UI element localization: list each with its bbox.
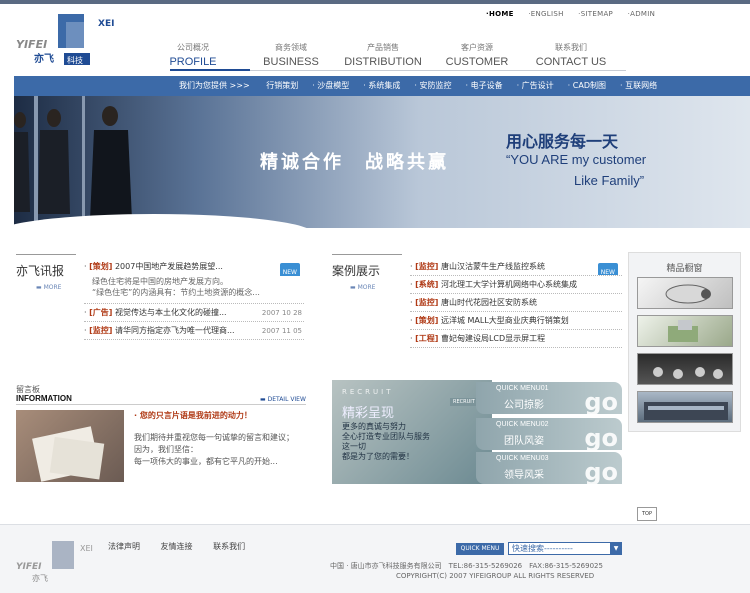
- news-desc-2: “绿色住宅”的内涵具有：节约土地资源的概念...: [92, 288, 260, 297]
- message-image: [16, 410, 124, 482]
- subnav-item[interactable]: 安防监控: [419, 81, 451, 90]
- svg-text:XEI: XEI: [80, 544, 93, 553]
- subnav-item[interactable]: 系统集成: [368, 81, 400, 90]
- logo[interactable]: YIFEI 亦飞 科技 XEI: [14, 12, 114, 68]
- banner-right-cn: 用心服务每一天: [506, 132, 619, 151]
- top-links: ·HOME ·ENGLISH ·SITEMAP ·ADMIN: [486, 10, 667, 18]
- showcase-image-camera[interactable]: [637, 277, 733, 309]
- list-item[interactable]: · [系统] 河北理工大学计算机网络中心系统集成: [410, 276, 622, 294]
- news-more-link[interactable]: ▬ MORE: [36, 284, 61, 291]
- link-english[interactable]: ·ENGLISH: [528, 10, 563, 18]
- message-divider: [16, 404, 306, 405]
- list-item[interactable]: · [监控] 唐山汉沽蒙牛生产线监控系统 NEW: [410, 258, 622, 276]
- subnav-item[interactable]: 电子设备: [471, 81, 503, 90]
- link-admin[interactable]: ·ADMIN: [628, 10, 656, 18]
- svg-text:科技: 科技: [67, 55, 83, 65]
- subnav-item[interactable]: 广告设计: [522, 81, 554, 90]
- quick-menu-3[interactable]: QUICK MENU03 领导风采 go: [476, 452, 622, 486]
- banner-slogan: 精诚合作 战略共赢: [260, 152, 449, 173]
- footer-address: 中国 · 唐山市亦飞科技服务有限公司 TEL:86-315-5269026 FA…: [330, 562, 603, 570]
- new-badge: NEW: [279, 263, 300, 276]
- banner-right-en1: “YOU ARE my customer: [506, 152, 647, 167]
- nav-distribution[interactable]: 产品销售 DISTRIBUTION: [338, 42, 428, 68]
- list-item[interactable]: · [监控] 请华同方指定亦飞为唯一代理商... 2007 11 05: [84, 322, 304, 340]
- cases-more-link[interactable]: ▬ MORE: [350, 284, 375, 291]
- logo-en: YIFEI: [16, 38, 47, 51]
- svg-text:亦飞: 亦飞: [34, 52, 54, 65]
- news-list: · [策划] 2007中国地产发展趋势展望... NEW 绿色住宅将是中国的房地…: [84, 258, 304, 340]
- quick-menu-2[interactable]: QUICK MENU02 团队风姿 go: [476, 418, 622, 452]
- cases-title: 案例展示: [332, 264, 381, 278]
- subnav-lead: 我们为您提供 >>>: [179, 81, 250, 90]
- footer-link-contact[interactable]: 联系我们: [213, 542, 245, 551]
- svg-text:YIFEI: YIFEI: [16, 562, 42, 572]
- message-headline: · 您的只言片语是我前进的动力！: [134, 411, 252, 420]
- showcase-image-model[interactable]: [637, 315, 733, 347]
- showcase-image-meeting[interactable]: [637, 353, 733, 385]
- recruit-button[interactable]: RECRUIT: [450, 398, 478, 406]
- showcase-title: 精品橱窗: [666, 264, 703, 274]
- footer-quick-menu-label: QUICK MENU: [456, 543, 504, 555]
- recruit-banner[interactable]: RECRUIT RECRUIT 精彩呈现 更多的真诚与努力 全心打造专业团队与服务…: [332, 380, 492, 484]
- nav-contact[interactable]: 联系我们 CONTACT US: [526, 42, 616, 68]
- footer: YIFEI 亦飞 XEI 法律声明 友情连接 联系我们 QUICK MENU 快速搜…: [0, 524, 750, 593]
- nav-profile[interactable]: 公司概况 PROFILE: [148, 42, 238, 68]
- new-badge: NEW: [597, 263, 618, 275]
- hero-banner: 精诚合作 战略共赢 用心服务每一天 “YOU ARE my customer L…: [14, 96, 750, 228]
- nav-active-indicator: [170, 69, 250, 71]
- banner-right-en2: Like Family”: [574, 173, 645, 188]
- chevron-down-icon[interactable]: ▼: [610, 542, 622, 555]
- subnav-item[interactable]: CAD制图: [573, 81, 606, 90]
- showcase-image-building[interactable]: [637, 391, 733, 423]
- cases-divider: [332, 254, 402, 255]
- svg-text:XEI: XEI: [98, 19, 114, 29]
- business-people-image: [14, 96, 132, 228]
- main-nav: 公司概况 PROFILE 商务领域 BUSINESS 产品销售 DISTRIBUTIO…: [168, 42, 628, 70]
- list-item[interactable]: · [工程] 曹妃甸建设局LCD显示屏工程: [410, 330, 622, 348]
- cases-list: · [监控] 唐山汉沽蒙牛生产线监控系统 NEW · [系统] 河北理工大学计算机…: [410, 258, 622, 348]
- top-bar: [0, 0, 750, 4]
- footer-logo: YIFEI 亦飞 XEI: [14, 539, 98, 583]
- list-item[interactable]: · [监控] 唐山时代花园社区安防系统: [410, 294, 622, 312]
- link-home[interactable]: ·HOME: [486, 10, 514, 18]
- list-item[interactable]: · [策划] 2007中国地产发展趋势展望... NEW: [84, 258, 304, 276]
- footer-link-friends[interactable]: 友情连接: [161, 542, 193, 551]
- message-title-en: INFORMATION: [16, 394, 72, 403]
- subnav-item[interactable]: 沙盘模型: [317, 81, 349, 90]
- quick-menu-1[interactable]: QUICK MENU01 公司掠影 go: [476, 382, 622, 416]
- list-item[interactable]: · [广告] 视觉传达与本土化文化的碰撞... 2007 10 28: [84, 304, 304, 322]
- nav-business[interactable]: 商务领域 BUSINESS: [246, 42, 336, 68]
- quick-search-select[interactable]: 快速搜索----------: [508, 542, 612, 555]
- detail-view-link[interactable]: ▬ DETAIL VIEW: [260, 396, 306, 403]
- list-item[interactable]: · [策划] 远洋城 MALL大型商业庆典行销策划: [410, 312, 622, 330]
- svg-text:亦飞: 亦飞: [32, 573, 48, 583]
- footer-link-legal[interactable]: 法律声明: [108, 542, 140, 551]
- message-text: · 您的只言片语是我前进的动力！ 我们期待并重视您每一句诚挚的留言和建议； 因为…: [134, 410, 309, 468]
- footer-copyright: COPYRIGHT(C) 2007 YIFEIGROUP ALL RIGHTS …: [396, 572, 595, 580]
- back-to-top-button[interactable]: TOP: [637, 507, 657, 521]
- sub-nav: 我们为您提供 >>> 行销策划 · 沙盘模型 · 系统集成 · 安防监控 · 电子设备 ·…: [14, 76, 750, 96]
- footer-links: 法律声明 友情连接 联系我们: [108, 541, 263, 552]
- news-divider: [16, 254, 76, 255]
- link-sitemap[interactable]: ·SITEMAP: [578, 10, 613, 18]
- subnav-item[interactable]: 行销策划: [266, 81, 298, 90]
- showcase-panel: 精品橱窗: [628, 252, 741, 432]
- subnav-item[interactable]: 互联网络: [625, 81, 657, 90]
- nav-customer[interactable]: 客户资源 CUSTOMER: [432, 42, 522, 68]
- news-title: 亦飞讯报: [16, 264, 65, 278]
- news-desc-1: 绿色住宅将是中国的房地产发展方向。: [92, 277, 228, 286]
